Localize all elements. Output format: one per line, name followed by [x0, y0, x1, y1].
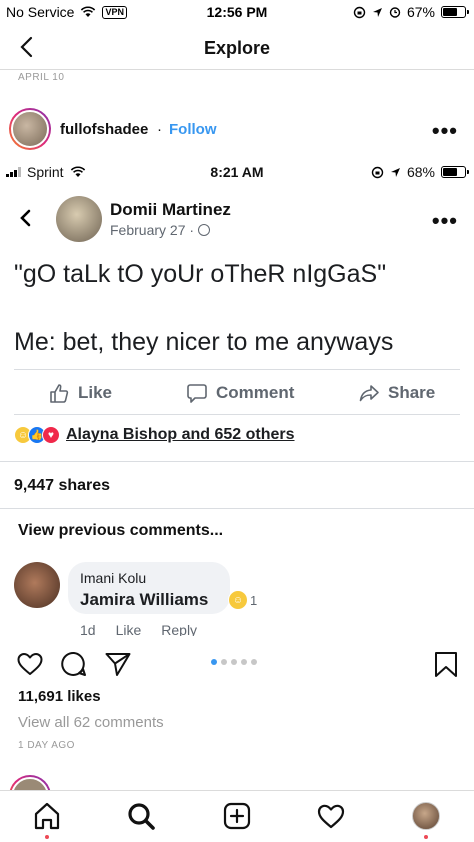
divider — [0, 508, 474, 509]
embedded-battery-percent: 68% — [406, 164, 435, 180]
fb-reactions-summary: ☺ 👍 ♥ Alayna Bishop and 652 others — [14, 426, 295, 444]
love-reaction-icon: ♥ — [42, 426, 60, 444]
fb-comment-text: Jamira Williams — [80, 590, 209, 609]
profile-avatar[interactable] — [412, 802, 440, 830]
fb-like-action: Like — [48, 382, 112, 404]
heart-icon[interactable] — [316, 801, 346, 831]
search-icon[interactable] — [126, 801, 156, 831]
notification-dot — [45, 835, 49, 839]
haha-reaction-icon: ☺ — [228, 590, 248, 610]
status-bar: No Service VPN 12:56 PM 67% — [0, 0, 474, 26]
next-post-avatar-ring — [9, 775, 51, 791]
battery-fill — [443, 8, 458, 16]
bookmark-icon[interactable] — [432, 650, 460, 678]
view-all-comments-link[interactable]: View all 62 comments — [18, 714, 164, 731]
add-icon[interactable] — [222, 801, 252, 831]
rotation-lock-icon — [371, 166, 384, 178]
fb-share-label: Share — [388, 383, 436, 402]
fb-comment-bubble: Imani Kolu Jamira Williams — [68, 562, 230, 614]
embedded-status-bar: Sprint 8:21 AM 68% — [0, 158, 474, 184]
globe-icon — [198, 224, 211, 236]
fb-commenter-name: Imani Kolu — [80, 570, 147, 586]
carousel-dot — [241, 659, 247, 665]
fb-comment-label: Comment — [216, 383, 295, 402]
post-header: fullofshadee · Follow ••• — [0, 108, 474, 152]
fb-reactions-text: Alayna Bishop and 652 others — [66, 426, 295, 443]
fb-date-text: February 27 · — [110, 222, 195, 238]
fb-post-text-line1: "gO taLk tO yoUr oTheR nIgGaS" — [14, 260, 387, 288]
location-icon — [372, 7, 382, 17]
comment-icon[interactable] — [60, 650, 88, 678]
carousel-dot — [221, 659, 227, 665]
carousel-dot — [251, 659, 257, 665]
status-right: 67% — [353, 4, 469, 20]
post-username[interactable]: fullofshadee — [60, 121, 148, 138]
battery-icon — [441, 6, 469, 18]
fb-action-bar: Like Comment Share — [14, 369, 460, 415]
fb-shares-count: 9,447 shares — [14, 477, 111, 494]
likes-count[interactable]: 11,691 likes — [18, 688, 101, 705]
battery-fill — [443, 168, 458, 176]
alarm-icon — [389, 7, 401, 18]
divider — [0, 461, 474, 462]
post-date: APRIL 10 — [18, 72, 65, 83]
share-arrow-icon — [359, 385, 379, 402]
notification-dot — [424, 835, 428, 839]
post-timestamp: 1 DAY AGO — [18, 740, 75, 751]
back-arrow-icon — [20, 209, 31, 227]
next-post-avatar-photo — [11, 777, 49, 791]
fb-comment-meta: 1d Like Reply — [80, 622, 197, 636]
separator-dot: · — [157, 121, 162, 138]
fb-author-name: Domii Martinez — [110, 200, 231, 219]
fb-view-previous-comments: View previous comments... — [18, 522, 224, 539]
user-avatar[interactable] — [9, 108, 51, 150]
fb-post-text-line2: Me: bet, they nicer to me anyways — [14, 328, 394, 356]
bottom-tab-bar — [0, 790, 474, 842]
post-image[interactable]: Sprint 8:21 AM 68% Domii Martinez Februa… — [0, 158, 474, 638]
location-icon — [390, 167, 400, 177]
fb-share-action: Share — [358, 382, 435, 404]
fb-comment-like: Like — [115, 622, 142, 636]
user-avatar-photo — [11, 110, 49, 148]
battery-percent: 67% — [406, 4, 435, 20]
post-action-bar — [0, 646, 474, 680]
fb-commenter-avatar — [14, 562, 60, 608]
share-icon[interactable] — [104, 650, 132, 678]
carousel-dot-active — [211, 659, 217, 665]
carousel-indicator — [211, 659, 257, 665]
fb-more-icon: ••• — [431, 208, 458, 233]
heart-icon[interactable] — [16, 650, 44, 678]
embedded-status-right: 68% — [371, 164, 469, 180]
post-more-icon[interactable]: ••• — [432, 120, 458, 142]
fb-comment-reply: Reply — [161, 622, 198, 636]
fb-post-date: February 27 · — [110, 222, 211, 238]
nav-header: Explore — [0, 26, 474, 70]
next-post-avatar[interactable] — [9, 775, 51, 791]
thumbs-up-icon — [50, 384, 69, 403]
fb-comment-reaction-count: 1 — [250, 592, 258, 608]
fb-comment-reaction: ☺ 1 — [228, 590, 257, 610]
page-title: Explore — [203, 38, 271, 58]
fb-author-avatar — [56, 196, 102, 242]
rotation-lock-icon — [353, 6, 366, 18]
fb-like-label: Like — [78, 383, 113, 402]
battery-icon — [441, 166, 469, 178]
fb-comment-time: 1d — [80, 622, 96, 636]
carousel-dot — [231, 659, 237, 665]
follow-button[interactable]: Follow — [169, 121, 217, 138]
fb-comment-action: Comment — [186, 382, 294, 404]
home-icon[interactable] — [32, 801, 62, 831]
comment-bubble-icon — [187, 384, 207, 403]
